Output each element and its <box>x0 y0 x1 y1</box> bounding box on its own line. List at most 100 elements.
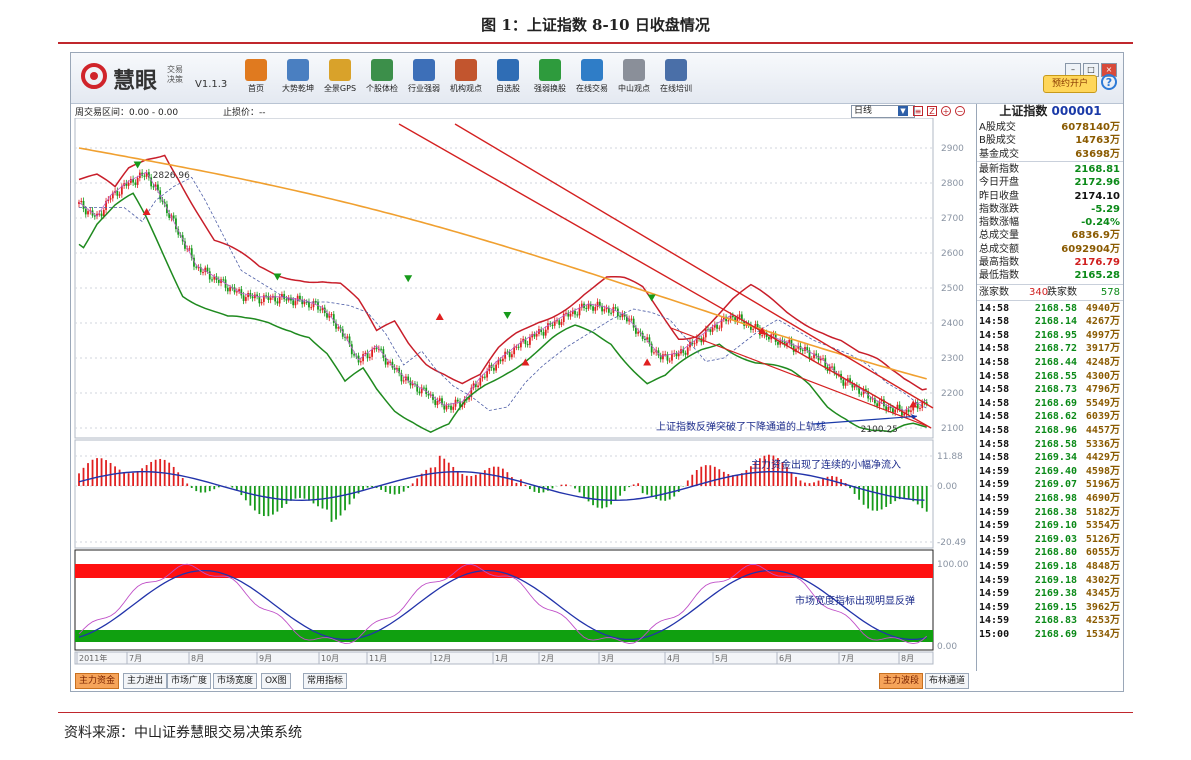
month-label: 9月 <box>259 654 272 663</box>
tab-left-2[interactable]: 市场广度 <box>167 673 212 689</box>
flow-bar <box>281 486 283 508</box>
toolbar-button-9[interactable]: 中山观点 <box>611 57 657 94</box>
tab-right-0[interactable]: 主力波段 <box>879 673 924 689</box>
tick-price: 2168.44 <box>1034 357 1077 368</box>
candle-body <box>337 327 340 329</box>
toolbar-button-5[interactable]: 机构观点 <box>443 57 489 94</box>
candle-body <box>693 343 696 345</box>
flow-bar <box>925 486 928 512</box>
quote-separator <box>977 283 1123 285</box>
candle-body <box>244 297 247 301</box>
month-label: 8月 <box>901 654 914 663</box>
flow-bar <box>393 486 396 495</box>
tick-time: 14:59 <box>979 493 1010 504</box>
tick-row: 14:58 2168.58 4940万 <box>979 302 1122 315</box>
flow-bar <box>650 486 653 497</box>
open-account-button[interactable]: 预约开户 <box>1043 75 1097 93</box>
tick-row: 15:00 2168.69 1534万 <box>979 628 1122 641</box>
flow-bar <box>907 486 910 500</box>
breadth-tick-label: 100.00 <box>937 560 969 570</box>
tick-time: 14:59 <box>979 615 1010 627</box>
candle-body <box>619 316 622 318</box>
source-note: 资料来源：中山证券慧眼交易决策系统 <box>64 725 302 741</box>
tick-time: 14:59 <box>979 588 1010 600</box>
toolbar-button-4[interactable]: 行业强弱 <box>401 57 447 94</box>
tick-volume: 5336万 <box>1085 438 1120 450</box>
candle-body <box>486 371 488 378</box>
tick-time: 14:58 <box>979 411 1010 423</box>
candle-body <box>637 331 640 334</box>
stat-value: 2165.28 <box>1074 270 1120 282</box>
flow-bar <box>903 486 906 499</box>
flow-bar <box>880 486 883 510</box>
toolbar-button-0[interactable]: 首页 <box>233 57 279 94</box>
toolbar-label: 大势乾坤 <box>282 84 314 93</box>
tick-volume: 1534万 <box>1085 629 1120 640</box>
quote-separator <box>977 160 1123 162</box>
tab-left-3[interactable]: 市场宽度 <box>213 673 258 689</box>
help-icon[interactable]: ? <box>1101 74 1117 90</box>
chevron-down-icon[interactable]: ▼ <box>898 106 908 116</box>
tab-left-1[interactable]: 主力进出 <box>123 673 168 689</box>
candle-body <box>860 393 863 395</box>
flow-bar <box>339 486 342 516</box>
tick-volume: 4429万 <box>1085 452 1120 464</box>
toolbar-button-7[interactable]: 强弱换股 <box>527 57 573 94</box>
stat-label: A股成交 <box>979 122 1016 133</box>
flow-bar <box>384 486 387 493</box>
tick-volume: 6055万 <box>1085 547 1120 559</box>
tab-left-0[interactable]: 主力资金 <box>75 673 120 689</box>
toolbar-button-10[interactable]: 在线培训 <box>653 57 699 94</box>
tick-volume: 6039万 <box>1085 411 1120 423</box>
quote-stat-row: 昨日收盘 2174.10 <box>979 190 1122 203</box>
candle-body <box>614 307 617 309</box>
flow-bar <box>551 486 554 489</box>
zoom-out-icon[interactable]: − <box>955 106 965 116</box>
tick-row: 14:58 2168.58 5336万 <box>979 438 1122 451</box>
candle-body <box>402 380 405 382</box>
toolbar-button-8[interactable]: 在线交易 <box>569 57 615 94</box>
flow-bar <box>867 486 870 509</box>
zoom-in-icon[interactable]: + <box>941 106 951 116</box>
tick-row: 14:58 2168.96 4457万 <box>979 424 1122 437</box>
candle-body <box>262 295 265 302</box>
tick-price: 2168.80 <box>1034 547 1077 559</box>
candle-body <box>202 272 204 274</box>
flow-bar <box>100 458 103 486</box>
down-count-label: 跌家数 <box>1047 286 1077 298</box>
tick-time: 14:59 <box>979 561 1010 572</box>
draw-tool-icon[interactable]: Z <box>927 106 937 116</box>
price-tick-label: 2400 <box>941 319 964 329</box>
toolbar-button-2[interactable]: 全景GPS <box>317 57 363 94</box>
annotation-breadth: 市场宽度指标出现明显反弹 <box>795 594 915 607</box>
swap-icon <box>539 59 561 81</box>
toolbar-button-1[interactable]: 大势乾坤 <box>275 57 321 94</box>
flow-bar <box>285 486 288 505</box>
candle-body <box>93 215 96 217</box>
tab-right-1[interactable]: 布林通道 <box>925 673 970 689</box>
tick-volume: 5354万 <box>1085 520 1120 532</box>
tab-left-5[interactable]: 常用指标 <box>303 673 348 689</box>
tab-left-4[interactable]: OX图 <box>261 673 291 689</box>
toolbar-label: 强弱换股 <box>534 84 566 93</box>
stat-label: 昨日收盘 <box>979 190 1019 202</box>
kline-chart[interactable]: 2900 2800 2700 2600 2500 2400 2300 2200 2100 11.8… <box>71 118 976 671</box>
month-label: 10月 <box>321 654 339 663</box>
flow-bar <box>96 458 98 486</box>
high-label: 2826.96 <box>153 171 190 181</box>
candle-body <box>292 300 295 306</box>
candle-body <box>438 398 441 401</box>
list-view-icon[interactable]: ≡ <box>913 106 923 116</box>
candle-body <box>569 313 572 317</box>
candle-body <box>285 299 288 301</box>
candle-body <box>574 310 576 315</box>
toolbar-button-3[interactable]: 个股体检 <box>359 57 405 94</box>
quote-stat-row: 总成交额 6092904万 <box>979 243 1122 256</box>
flow-bar <box>335 486 337 520</box>
down-count: 578 <box>1100 286 1120 298</box>
tick-time: 14:58 <box>979 384 1010 396</box>
flow-bar <box>344 486 346 511</box>
quote-stat-row: 今日开盘 2172.96 <box>979 176 1122 189</box>
toolbar-button-6[interactable]: 自选股 <box>485 57 531 94</box>
candle-body <box>80 200 83 202</box>
